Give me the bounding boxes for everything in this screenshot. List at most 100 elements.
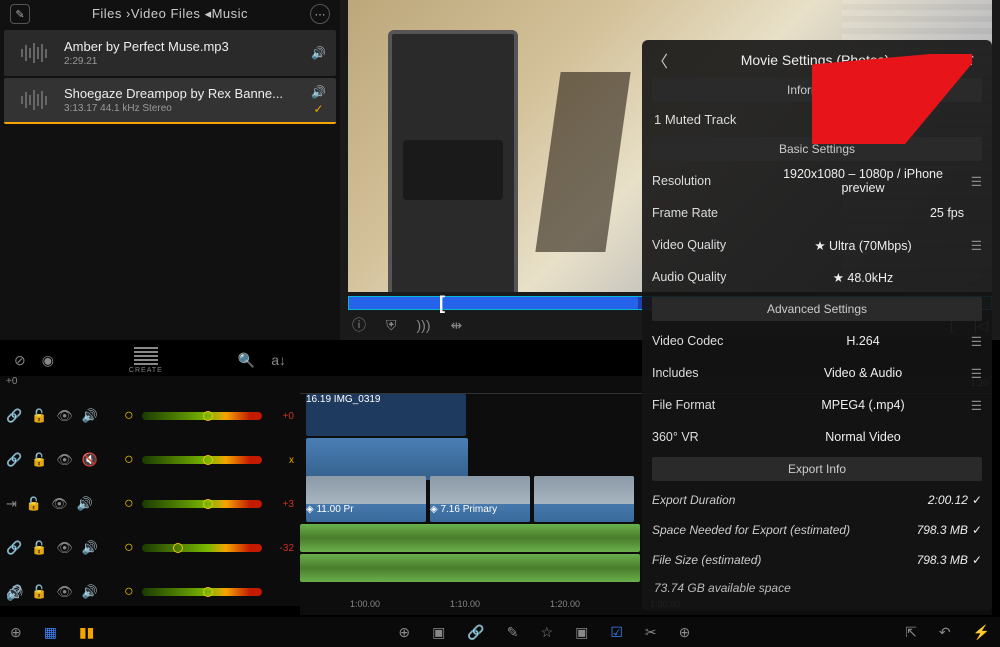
clips-icon[interactable]: ▣ <box>432 624 445 641</box>
sort-icon[interactable]: a↓ <box>271 352 286 368</box>
lock-icon[interactable]: 🔓 <box>31 540 47 556</box>
effects-icon[interactable]: ⚡ <box>973 624 990 641</box>
markers-icon[interactable]: ▣ <box>575 624 588 641</box>
handle-icon[interactable]: ○ <box>124 407 134 425</box>
track-row[interactable]: 🔗 🔓 👁 🔊 ○ +0 <box>0 394 300 438</box>
transition-icon[interactable]: ⇥ <box>6 496 17 512</box>
menu-icon[interactable]: ☰ <box>964 238 982 253</box>
edit-icon[interactable]: ✎ <box>10 4 30 24</box>
create-button[interactable]: CREATE <box>129 347 163 374</box>
export-space: Space Needed for Export (estimated) 798.… <box>652 515 982 545</box>
menu-icon[interactable]: ☰ <box>964 174 982 189</box>
eye-icon[interactable]: 👁 <box>56 540 73 556</box>
record-icon[interactable]: ◉ <box>42 352 54 369</box>
lock-icon[interactable]: 🔓 <box>31 408 47 424</box>
level-meter[interactable] <box>142 588 262 596</box>
speaker-icon[interactable]: 🔊 <box>311 85 326 99</box>
shield-icon[interactable]: ⛨ <box>386 317 397 334</box>
eye-icon[interactable]: 👁 <box>51 496 68 512</box>
volume-icon[interactable]: 🔊 <box>77 496 93 512</box>
setting-vr[interactable]: 360° VR Normal Video <box>652 421 982 453</box>
back-icon[interactable]: 〈 <box>652 48 666 72</box>
level-value: +0 <box>270 411 294 422</box>
setting-audio-quality[interactable]: Audio Quality ★ 48.0kHz <box>652 261 982 293</box>
setting-video-quality[interactable]: Video Quality ★ Ultra (70Mbps) ☰ <box>652 229 982 261</box>
lock-icon[interactable]: 🔓 <box>31 584 47 600</box>
link-icon[interactable]: 🔗 <box>6 452 22 468</box>
clip-audio[interactable] <box>300 524 640 552</box>
eye-icon[interactable]: 👁 <box>56 452 73 468</box>
menu-icon[interactable]: ☰ <box>964 334 982 349</box>
handle-icon[interactable]: ○ <box>124 495 134 513</box>
share-icon[interactable]: ⇧ <box>964 51 982 69</box>
undo-icon[interactable]: ↶ <box>939 624 951 641</box>
handle-icon[interactable]: ○ <box>124 583 134 601</box>
menu-icon[interactable]: ☰ <box>964 366 982 381</box>
link-icon[interactable]: 🔗 <box>467 624 484 641</box>
audio-file-item[interactable]: Shoegaze Dreampop by Rex Banne... 3:13.1… <box>4 78 336 124</box>
clip-video[interactable] <box>306 438 468 480</box>
volume-icon[interactable]: 🔊 <box>82 540 98 556</box>
clip-primary[interactable] <box>534 476 634 522</box>
file-panel-toolbar: ⊘ ◉ CREATE 🔍 a↓ <box>0 345 300 375</box>
level-meter[interactable] <box>142 500 262 508</box>
track-row[interactable]: ⇥ 🔓 👁 🔊 ○ +3 <box>0 482 300 526</box>
section-basic[interactable]: Basic Settings <box>652 137 982 161</box>
level-value: -32 <box>270 543 294 554</box>
level-meter[interactable] <box>142 544 262 552</box>
handle-icon[interactable]: ○ <box>124 539 134 557</box>
export-icon[interactable]: ⇱ <box>905 624 917 641</box>
track-row[interactable]: 🔗 🔓 👁 🔊 ○ -32 <box>0 526 300 570</box>
frames-icon[interactable]: ▮▮ <box>79 624 94 641</box>
breadcrumb[interactable]: Files ›Video Files ◂Music <box>30 6 310 22</box>
section-advanced[interactable]: Advanced Settings <box>652 297 982 321</box>
edit-icon[interactable]: ✎ <box>507 624 519 641</box>
speaker-icon[interactable]: 🔊 <box>311 46 326 60</box>
master-level: +0 <box>0 376 300 394</box>
volume-icon[interactable]: 🔊 <box>82 584 98 600</box>
level-meter[interactable] <box>142 456 262 464</box>
setting-includes[interactable]: Includes Video & Audio ☰ <box>652 357 982 389</box>
clip-primary[interactable]: ◈ 11.00 Pr <box>306 476 426 522</box>
volume-icon[interactable]: 🔊 <box>82 408 98 424</box>
audio-file-item[interactable]: Amber by Perfect Muse.mp3 2:29.21 🔊 <box>4 30 336 76</box>
clip-remnant[interactable]: 16.19 IMG_0319 <box>306 394 466 436</box>
cut-icon[interactable]: ✂ <box>645 624 657 641</box>
eye-icon[interactable]: 👁 <box>56 584 73 600</box>
eye-icon[interactable]: 👁 <box>56 408 73 424</box>
clip-primary[interactable]: ◈ 7.16 Primary <box>430 476 530 522</box>
menu-icon[interactable]: ☰ <box>964 398 982 413</box>
link-icon[interactable]: 🔗 <box>6 408 22 424</box>
level-meter[interactable] <box>142 412 262 420</box>
favorite-icon[interactable]: ☆ <box>541 624 554 641</box>
link-icon[interactable]: 🔗 <box>6 540 22 556</box>
film-icon[interactable]: ▦ <box>44 624 57 641</box>
search-icon[interactable]: 🔍 <box>238 352 255 369</box>
setting-resolution[interactable]: Resolution 1920x1080 – 1080p / iPhone pr… <box>652 165 982 197</box>
add-track-icon[interactable]: ⊕ <box>398 624 410 641</box>
add-clip-icon[interactable]: ⊕ <box>679 624 691 641</box>
info-icon[interactable]: ⓘ <box>352 315 366 335</box>
track-row[interactable]: 🔗 🔓 👁 🔊 ○ <box>0 570 300 614</box>
handle-icon[interactable]: ○ <box>124 451 134 469</box>
setting-framerate[interactable]: Frame Rate 25 fps <box>652 197 982 229</box>
setting-format[interactable]: File Format MPEG4 (.mp4) ☰ <box>652 389 982 421</box>
clip-audio[interactable] <box>300 554 640 582</box>
lock-icon[interactable]: 🔓 <box>26 496 42 512</box>
range-start-bracket[interactable]: [ <box>439 293 445 314</box>
track-row[interactable]: 🔗 🔓 👁 🔇 ○ x <box>0 438 300 482</box>
muted-track-info: 1 Muted Track <box>652 106 982 133</box>
section-export[interactable]: Export Info <box>652 457 982 481</box>
check-icon[interactable]: ☑ <box>610 624 623 641</box>
master-volume-icon[interactable]: 🔊 <box>6 585 23 602</box>
split-icon[interactable]: ⇹ <box>451 317 463 334</box>
volume-icon[interactable]: ))) <box>417 317 431 333</box>
lock-icon[interactable]: 🔓 <box>31 452 47 468</box>
select-all-icon[interactable]: ⊘ <box>14 352 26 369</box>
track-headers: +0 🔗 🔓 👁 🔊 ○ +0 🔗 🔓 👁 🔇 ○ x ⇥ 🔓 👁 🔊 ○ <box>0 376 300 606</box>
setting-codec[interactable]: Video Codec H.264 ☰ <box>652 325 982 357</box>
mute-icon[interactable]: 🔇 <box>82 452 98 468</box>
section-information[interactable]: Information <box>652 78 982 102</box>
add-icon[interactable]: ⊕ <box>10 624 22 641</box>
more-icon[interactable]: ⋯ <box>310 4 330 24</box>
